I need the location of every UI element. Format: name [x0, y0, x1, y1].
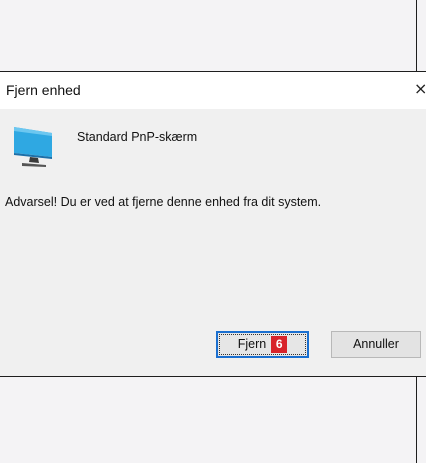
- device-name: Standard PnP-skærm: [77, 130, 198, 144]
- remove-button[interactable]: Fjern 6: [216, 331, 309, 358]
- monitor-icon: [14, 127, 52, 167]
- cancel-button[interactable]: Annuller: [331, 331, 421, 358]
- step-badge: 6: [271, 336, 288, 353]
- dialog-titlebar: Fjern enhed ×: [0, 72, 426, 109]
- remove-button-label: Fjern: [237, 337, 267, 351]
- remove-device-dialog: Fjern enhed × Standard PnP-skærm Advarse…: [0, 71, 426, 377]
- dialog-title: Fjern enhed: [6, 82, 81, 98]
- warning-text: Advarsel! Du er ved at fjerne denne enhe…: [5, 195, 322, 209]
- close-icon[interactable]: ×: [414, 81, 426, 97]
